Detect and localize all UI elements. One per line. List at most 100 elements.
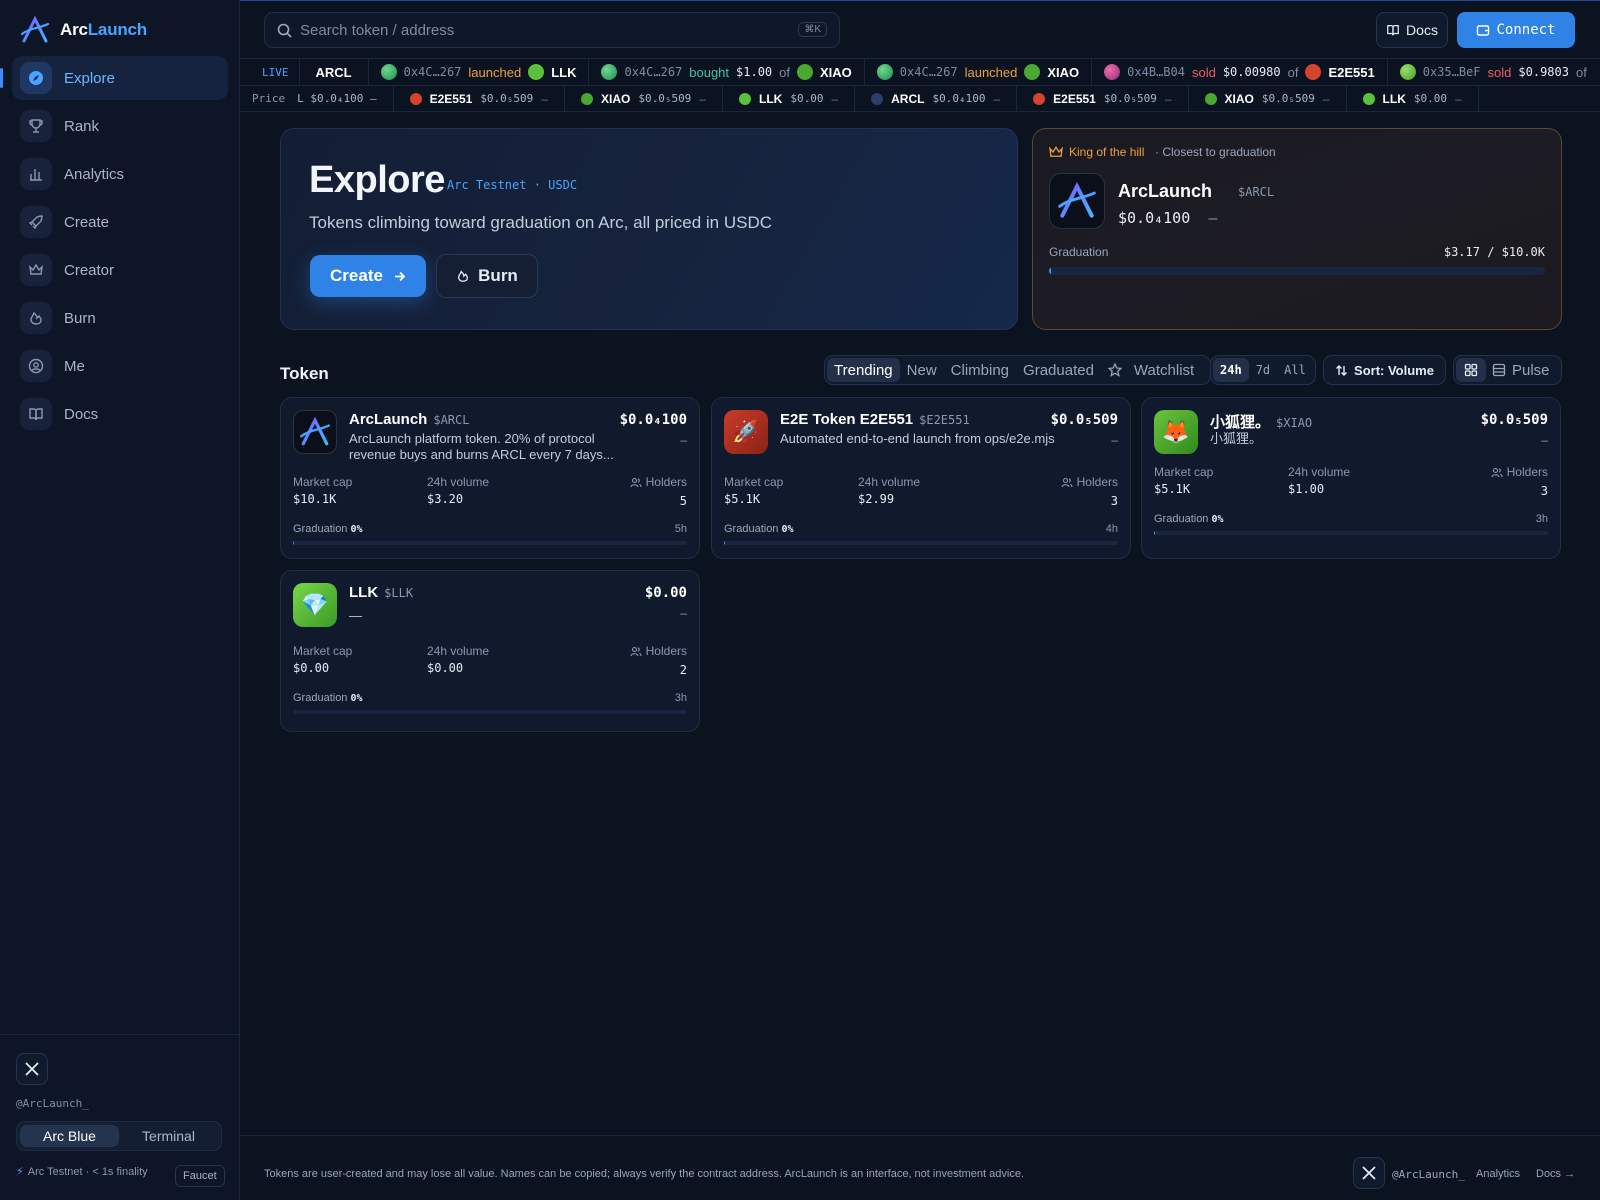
graduation-progress	[293, 710, 687, 714]
ticker-event[interactable]: 0x4B…B04 sold $0.00980 of E2E551	[1092, 59, 1388, 85]
llk-token-icon	[1362, 92, 1375, 105]
price-item[interactable]: E2E551 $0.0₅509 –	[394, 86, 565, 111]
sidebar-item-creator[interactable]: Creator	[12, 248, 228, 292]
social-handle[interactable]: @ArcLaunch_	[16, 1097, 89, 1110]
tab-graduated[interactable]: Graduated	[1016, 358, 1101, 382]
pulse-view-button[interactable]: Pulse	[1492, 362, 1550, 379]
arclaunch-logo-icon	[1058, 182, 1096, 218]
price-label: Price	[252, 92, 286, 105]
sidebar-item-analytics[interactable]: Analytics	[12, 152, 228, 196]
footer-docs-link[interactable]: Docs →	[1536, 1168, 1575, 1180]
market-cap-label: Market cap	[1154, 465, 1214, 479]
ticker-event[interactable]: 0x4C…267 bought $1.00 of XIAO	[589, 59, 865, 85]
search-shortcut: ⌘K	[798, 22, 827, 37]
live-label: LIVE	[240, 59, 300, 85]
theme-toggle[interactable]: Arc Blue Terminal	[16, 1121, 222, 1151]
rocket-icon	[20, 206, 52, 238]
price-item[interactable]: L $0.0₄100 –	[293, 86, 394, 111]
page-title: Explore	[309, 159, 445, 201]
token-price: $0.0₄100	[619, 412, 687, 428]
tab-climbing[interactable]: Climbing	[944, 358, 1016, 382]
theme-option-arc-blue[interactable]: Arc Blue	[20, 1125, 119, 1147]
burn-button[interactable]: Burn	[436, 254, 538, 298]
arrow-right-icon	[394, 271, 406, 281]
token-name: ArcLaunch $ARCL	[349, 411, 470, 428]
range-24h[interactable]: 24h	[1213, 358, 1249, 382]
x-social-button[interactable]	[16, 1053, 48, 1085]
llk-token-icon	[739, 92, 751, 105]
volume-label: 24h volume	[427, 475, 490, 489]
x-logo-icon	[1362, 1166, 1376, 1180]
token-age: 3h	[1535, 513, 1548, 525]
sidebar-item-rank[interactable]: Rank	[12, 104, 228, 148]
crown-icon	[1049, 146, 1063, 157]
docs-button[interactable]: Docs	[1376, 12, 1448, 48]
x-social-button[interactable]	[1353, 1157, 1385, 1189]
tab-trending[interactable]: Trending	[827, 358, 900, 382]
ticker-event[interactable]: 0x4C…267 launched LLK	[369, 59, 590, 85]
market-cap-label: Market cap	[293, 644, 353, 658]
market-cap-label: Market cap	[724, 475, 784, 489]
tab-watchlist[interactable]: Watchlist	[1101, 358, 1208, 382]
tab-new[interactable]: New	[900, 358, 944, 382]
star-icon	[1107, 363, 1122, 377]
compass-icon	[20, 62, 52, 94]
progress-fill	[1049, 267, 1051, 275]
sidebar-item-docs[interactable]: Docs	[12, 392, 228, 436]
holders-value: 5	[679, 494, 687, 508]
sidebar-item-label: Rank	[64, 117, 100, 135]
volume-label: 24h volume	[858, 475, 921, 489]
sidebar-item-me[interactable]: Me	[12, 344, 228, 388]
progress-fill	[1154, 531, 1156, 535]
range-7d[interactable]: 7d	[1249, 358, 1277, 382]
price-item[interactable]: LLK $0.00 –	[1347, 86, 1479, 111]
token-age: 5h	[674, 523, 687, 535]
footer-handle-link[interactable]: @ArcLaunch_	[1392, 1168, 1465, 1181]
volume-value: $3.20	[427, 492, 464, 506]
grid-view-button[interactable]	[1456, 358, 1486, 382]
sort-dropdown[interactable]: Sort: Volume	[1323, 355, 1446, 385]
search-input[interactable]	[300, 21, 780, 39]
crown-icon	[20, 254, 52, 286]
theme-option-terminal[interactable]: Terminal	[119, 1125, 218, 1147]
token-name: E2E Token E2E551 $E2E551	[780, 411, 970, 428]
sidebar-item-burn[interactable]: Burn	[12, 296, 228, 340]
token-card[interactable]: 🚀 E2E Token E2E551 $E2E551 Automated end-…	[711, 397, 1131, 559]
ticker-event[interactable]: 0x35…BeF sold $0.9803 of	[1388, 59, 1599, 85]
arclaunch-logo-icon	[20, 16, 50, 43]
sidebar-item-create[interactable]: Create	[12, 200, 228, 244]
sidebar-item-label: Analytics	[64, 165, 125, 183]
holders-value: 2	[679, 663, 687, 677]
create-button[interactable]: Create	[310, 255, 426, 297]
brand[interactable]: ArcLaunch	[20, 16, 147, 44]
token-description: ArcLaunch platform token. 20% of protoco…	[349, 431, 614, 462]
token-card[interactable]: 🦊 小狐狸。 $XIAO 小狐狸。 $0.0₅509 – Market cap $…	[1141, 397, 1561, 559]
sidebar-item-explore[interactable]: Explore	[0, 56, 228, 100]
volume-value: $0.00	[427, 661, 464, 675]
graduation-progress	[1154, 531, 1548, 535]
token-change: –	[680, 606, 687, 620]
ticker-event[interactable]: 0x4C…267 launched XIAO	[865, 59, 1093, 85]
price-item[interactable]: ARCL $0.0₄100 –	[855, 86, 1018, 111]
range-all[interactable]: All	[1277, 358, 1313, 382]
sidebar: ArcLaunch Explore Rank Analytics Create …	[0, 0, 240, 1200]
progress-fill	[293, 541, 295, 545]
ticker-pinned-symbol[interactable]: ARCL	[300, 59, 369, 85]
king-of-the-hill-card[interactable]: King of the hill · Closest to graduation…	[1032, 128, 1562, 330]
price-item[interactable]: E2E551 $0.0₅509 –	[1017, 86, 1189, 111]
token-card[interactable]: ArcLaunch $ARCL ArcLaunch platform token.…	[280, 397, 700, 559]
king-sublabel: · Closest to graduation	[1155, 145, 1276, 159]
arclaunch-token-icon	[871, 92, 884, 105]
footer: Tokens are user-created and may lose all…	[240, 1135, 1600, 1200]
faucet-button[interactable]: Faucet	[175, 1165, 225, 1187]
fox-token-icon	[1204, 92, 1217, 105]
token-card[interactable]: 💎 LLK $LLK — $0.00 – Market cap $0.00 24h…	[280, 570, 700, 732]
connect-wallet-button[interactable]: Connect	[1457, 12, 1575, 48]
price-item[interactable]: XIAO $0.0₅509 –	[1189, 86, 1347, 111]
price-item[interactable]: XIAO $0.0₅509 –	[565, 86, 723, 111]
search-box[interactable]: ⌘K	[264, 12, 840, 48]
users-icon	[630, 477, 642, 487]
price-item[interactable]: LLK $0.00 –	[723, 86, 856, 111]
footer-analytics-link[interactable]: Analytics	[1476, 1168, 1520, 1180]
volume-value: $2.99	[858, 492, 895, 506]
